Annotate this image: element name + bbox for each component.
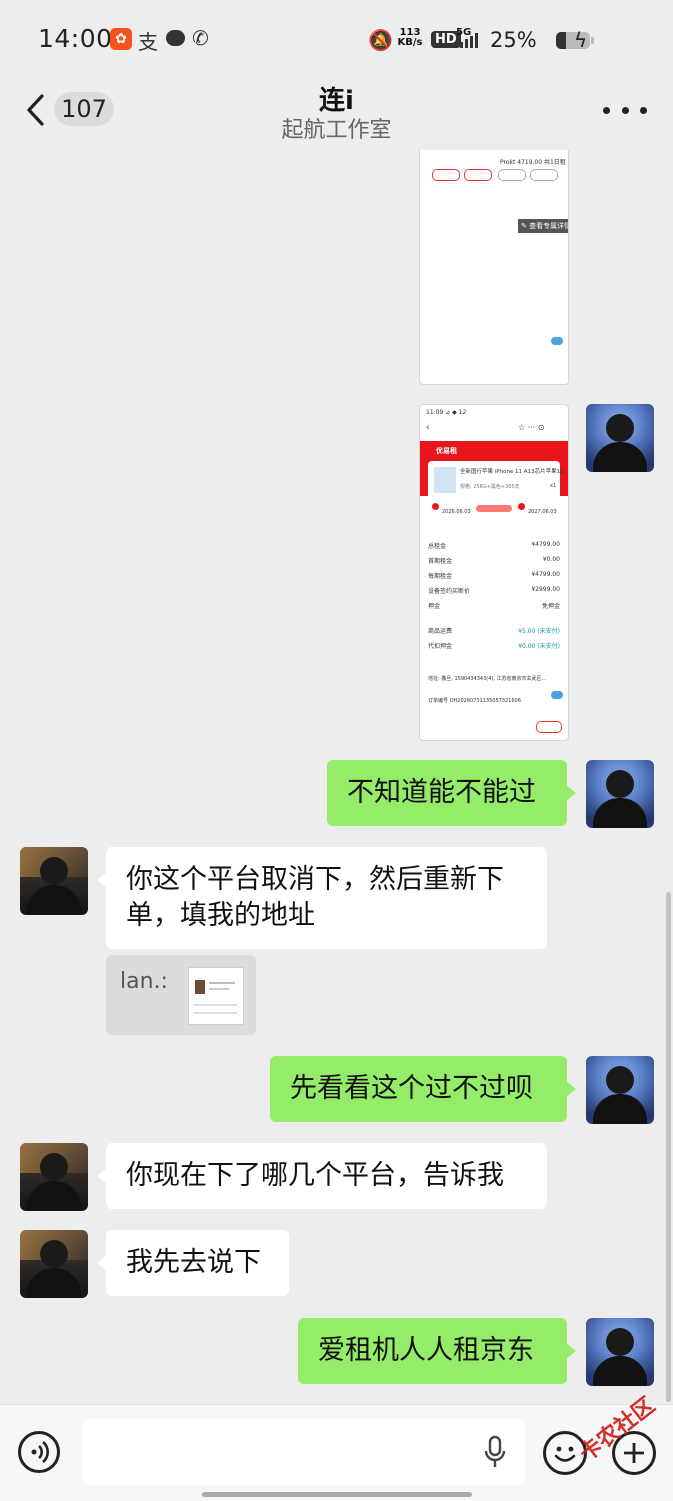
my-avatar[interactable] [586, 404, 654, 472]
quote-author: lan.: [120, 969, 168, 994]
cloud-icon [551, 337, 563, 345]
message-text-input[interactable] [82, 1419, 525, 1485]
fee-rows: 总租金 ¥4799.00 首期租金 ¥0.00 每期租金 ¥4799.00 设备签约买… [428, 541, 560, 650]
more-dots-icon [603, 106, 610, 114]
home-indicator[interactable] [202, 1492, 472, 1497]
cloud-icon [551, 691, 563, 699]
edit-details-tag: ✎ 查看专属详情 [518, 219, 568, 233]
voice-icon [31, 1441, 49, 1463]
contact-message-bubble[interactable]: 我先去说下 [97, 1230, 289, 1296]
chat-header: 107 连i 起航工作室 [0, 78, 673, 150]
my-message-bubble[interactable]: 爱租机人人租京东 [298, 1318, 576, 1384]
microphone-icon[interactable] [484, 1435, 506, 1471]
battery-percent: 25% [490, 28, 537, 52]
quoted-message[interactable]: lan.: [106, 955, 256, 1035]
missed-call-icon: ✆ [192, 26, 209, 50]
status-time: 14:00 [38, 24, 113, 53]
contact-message-bubble[interactable]: 你这个平台取消下，然后重新下单，填我的地址 [97, 847, 547, 949]
my-avatar[interactable] [586, 1056, 654, 1124]
charging-icon: ϟ [574, 28, 588, 52]
signal-icon: 5G [456, 28, 486, 50]
quote-image-thumbnail [188, 967, 244, 1025]
chat-scrollbar[interactable] [666, 892, 671, 1402]
network-speed: 113 KB/s [397, 27, 423, 48]
my-message-bubble[interactable]: 先看看这个过不过呗 [270, 1056, 576, 1122]
message-input-bar [0, 1404, 673, 1501]
status-bar: 14:00 ✿ 支 ✆ 🔕 113 KB/s HD 5G 25% ϟ [0, 0, 673, 78]
my-avatar[interactable] [586, 1318, 654, 1386]
contact-avatar[interactable] [20, 1230, 88, 1298]
voice-input-button[interactable] [18, 1431, 60, 1473]
chat-message-list[interactable]: Prokt 4719.00 共1日租 ✎ 查看专属详情 11:09 ⊿ ◆ 12… [0, 150, 673, 1404]
contact-avatar[interactable] [20, 847, 88, 915]
mute-icon: 🔕 [368, 28, 393, 52]
contact-avatar[interactable] [20, 1143, 88, 1211]
message-icon [166, 30, 185, 46]
my-message-bubble[interactable]: 不知道能不能过 [327, 760, 576, 826]
message-image-order-partial[interactable]: Prokt 4719.00 共1日租 ✎ 查看专属详情 [419, 150, 569, 385]
product-thumbnail [434, 467, 456, 493]
message-image-order-detail[interactable]: 11:09 ⊿ ◆ 12 ‹ ☆ ··· ⊙ 优易租 全新国行苹果 iPhone… [419, 404, 569, 741]
contact-message-bubble[interactable]: 你现在下了哪几个平台，告诉我 [97, 1143, 547, 1209]
notification-app-icon: ✿ [110, 28, 132, 50]
my-avatar[interactable] [586, 760, 654, 828]
chat-subtitle: 起航工作室 [281, 118, 392, 143]
alipay-icon: 支 [138, 30, 158, 54]
more-options-button[interactable] [603, 104, 647, 116]
